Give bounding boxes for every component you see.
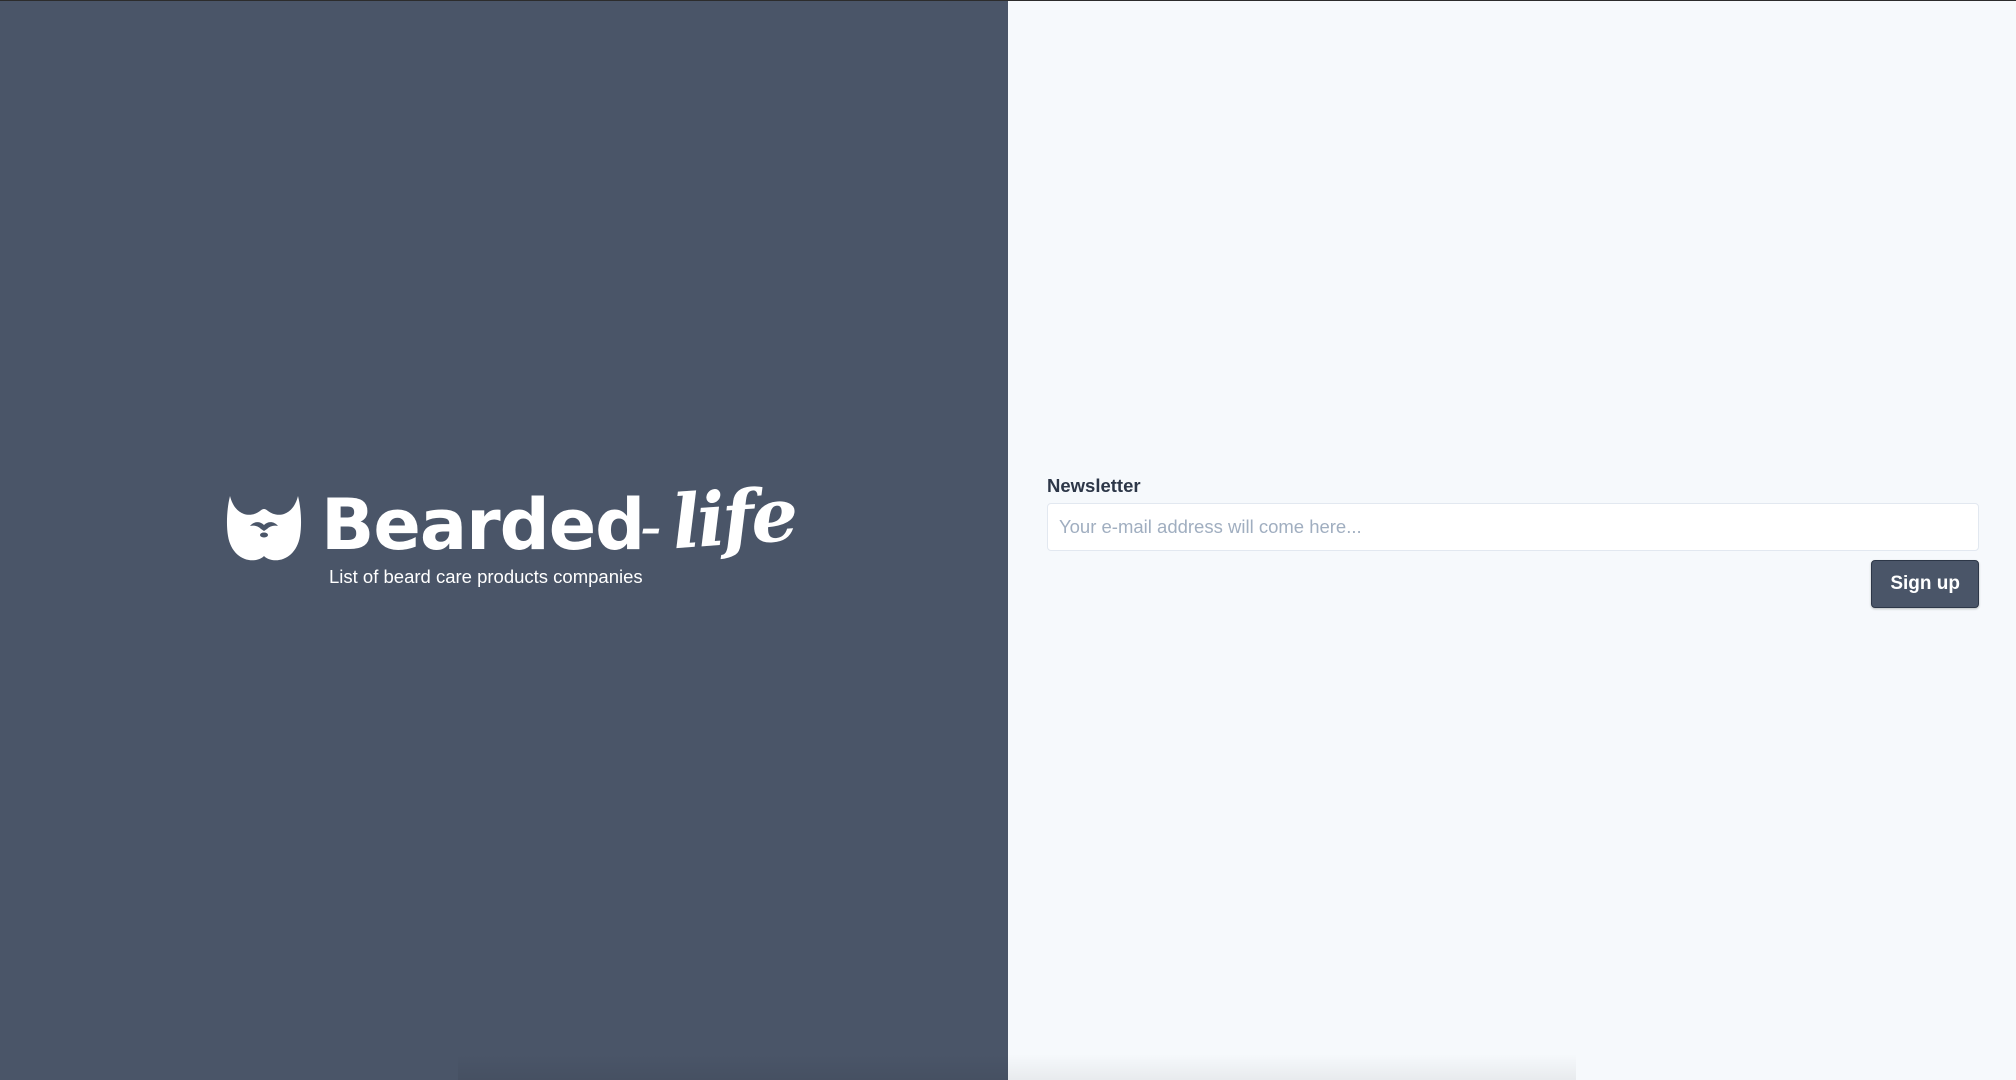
signup-button[interactable]: Sign up — [1871, 560, 1979, 608]
brand-logo: Bearded - life List of beard care produc… — [224, 471, 798, 602]
newsletter-form: Newsletter Sign up — [1047, 475, 1979, 608]
brand-name-dash: - — [640, 489, 662, 564]
newsletter-label: Newsletter — [1047, 475, 1141, 496]
brand-tagline: List of beard care products companies — [329, 565, 643, 587]
page: Bearded - life List of beard care produc… — [0, 0, 2016, 1080]
signup-row: Sign up — [1047, 560, 1979, 608]
brand-name-script: life — [669, 471, 798, 566]
newsletter-panel: Newsletter Sign up — [458, 1, 2016, 1080]
email-input[interactable] — [1047, 503, 1979, 551]
brand-panel: Bearded - life List of beard care produc… — [0, 1, 1008, 1080]
beard-icon — [226, 495, 302, 560]
brand-name-main: Bearded — [321, 483, 645, 566]
